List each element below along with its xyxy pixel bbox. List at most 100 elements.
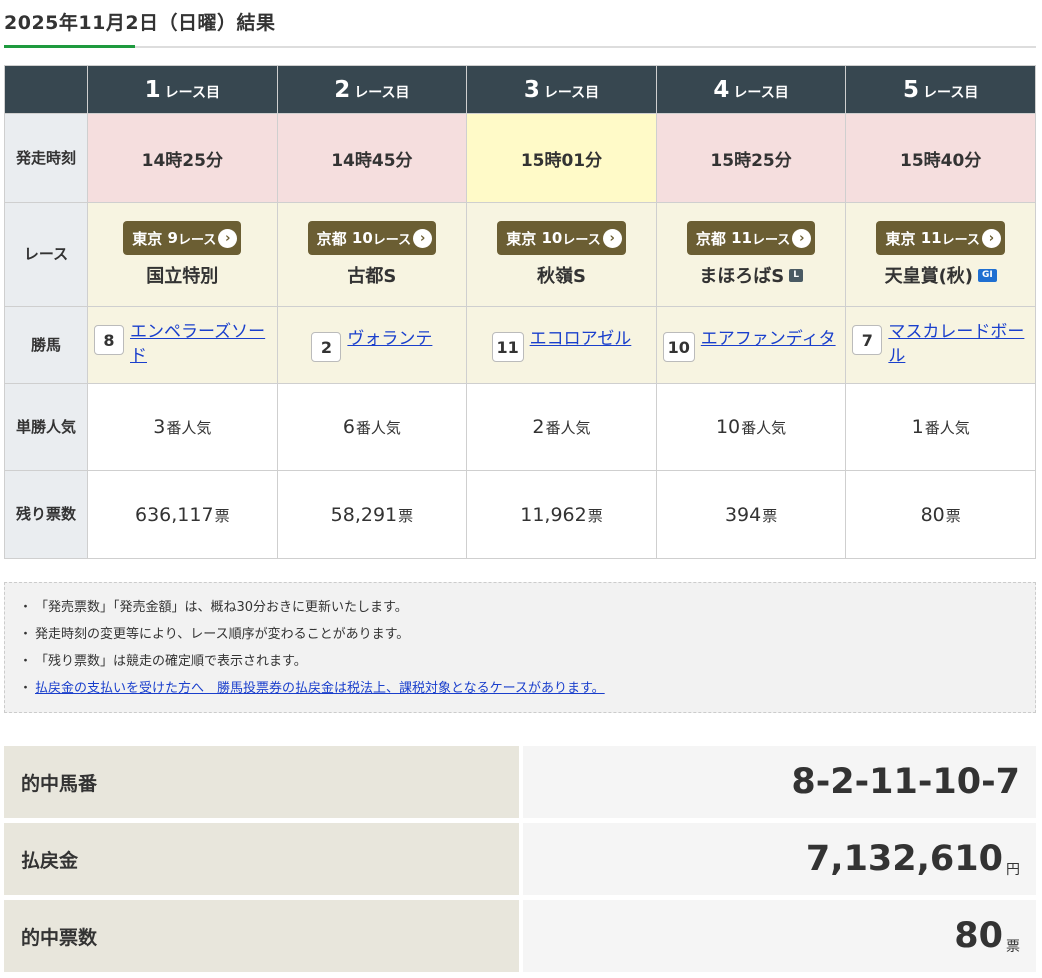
chevron-right-icon: › [981,228,1001,248]
venue-race-suffix: レース [562,232,601,248]
race-number-suffix: レース目 [923,84,979,101]
horse-number: 10 [662,332,695,362]
table-corner [4,65,88,114]
race-number-suffix: レース目 [733,84,789,101]
page-title: 2025年11月2日（日曜）結果 [4,12,276,34]
payout-value: 7,132,610 [805,839,1003,879]
popularity-unit: 番人気 [924,419,970,437]
horse-number: 2 [311,332,342,362]
popularity-unit: 番人気 [355,419,401,437]
venue-name: 京都 [695,229,726,248]
winner-cell: 10 エアファンディタ [655,306,847,384]
race-cell: 東京 11 レース › 天皇賞(秋) GI [845,202,1036,307]
race-number: 5 [903,76,920,103]
start-time: 15時25分 [655,113,847,203]
race-header: 4 レース目 [655,65,847,114]
note-item: ・「発売票数」「発売金額」は、概ね30分おきに更新いたします。 [19,594,1035,621]
chevron-right-icon: › [602,228,622,248]
tax-notice-link[interactable]: 払戻金の支払いを受けた方へ 勝馬投票券の払戻金は税法上、課税対象となるケースがあ… [35,681,605,696]
grade-badge-g1: GI [978,268,997,282]
winner-cell: 8 エンペラーズソード [87,306,278,384]
popularity-cell: 10番人気 [655,383,847,471]
venue-race-suffix: レース [177,232,217,248]
winner-horse-link[interactable]: ヴォランテ [347,328,432,352]
winner-horse-link[interactable]: マスカレードボール [888,321,1029,369]
remaining-cell: 80票 [845,470,1036,559]
heading-accent-bar [4,45,135,48]
race-name: 天皇賞(秋) [884,266,974,287]
race-number: 2 [334,76,351,103]
popularity-value: 2 [532,416,545,438]
note-text: 「発売票数」「発売金額」は、概ね30分おきに更新いたします。 [35,600,408,615]
remaining-value: 80 [920,503,945,526]
venue-race-no: 10 [541,229,563,247]
race-number-suffix: レース目 [164,84,220,101]
remaining-row: 残り票数 636,117票 58,291票 11,962票 394票 80票 [4,470,1036,559]
start-time: 15時40分 [845,113,1036,203]
race-name: まほろばS [699,266,785,287]
winner-horse-link[interactable]: エンペラーズソード [130,321,271,369]
race-name-wrap: 古都S [278,262,467,288]
remaining-unit: 票 [587,506,603,525]
race-name: 古都S [347,266,397,287]
race-name-wrap: 天皇賞(秋) GI [846,262,1035,288]
winner-cell: 2 ヴォランテ [276,306,468,384]
race-header: 1 レース目 [87,65,278,114]
winner-horse-link[interactable]: エコロアゼル [530,328,632,352]
venue-name: 東京 [506,229,537,248]
horse-number: 8 [94,325,124,356]
popularity-value: 6 [342,416,355,438]
summary-label: 的中馬番 [4,746,519,818]
race-number-suffix: レース目 [543,84,600,101]
race-name-wrap: 秋嶺S [467,262,656,288]
remaining-cell: 636,117票 [87,470,278,559]
summary-label: 払戻金 [4,823,519,895]
race-name: 秋嶺S [537,266,586,287]
chevron-right-icon: › [413,228,433,248]
grade-badge-listed: L [789,268,803,282]
horse-number: 11 [491,332,524,362]
remaining-cell: 58,291票 [276,470,468,559]
venue-race-suffix: レース [751,232,791,248]
win5-results-table: 1 レース目 2 レース目 3 レース目 4 レース目 5 レース目 発走時刻 14時25… [4,65,1036,559]
venue-race-button[interactable]: 東京 11 レース › [876,221,1005,255]
popularity-unit: 番人気 [545,419,591,437]
venue-race-no: 11 [920,229,942,247]
venue-race-button[interactable]: 東京 10 レース › [497,221,626,255]
venue-race-button[interactable]: 京都 11 レース › [686,221,816,255]
row-label-start-time: 発走時刻 [4,113,88,203]
note-bullet: ・ [19,600,33,615]
summary-value-cell: 8-2-11-10-7 [523,746,1036,818]
winner-horse-link[interactable]: エアファンディタ [701,328,836,352]
venue-race-no: 9 [167,229,178,247]
venue-race-button[interactable]: 京都 10 レース › [307,221,437,255]
remaining-unit: 票 [762,506,778,525]
remaining-value: 58,291 [330,503,398,526]
venue-race-suffix: レース [941,232,980,248]
race-name: 国立特別 [146,266,219,287]
remaining-cell: 11,962票 [466,470,657,559]
winner-cell: 7 マスカレードボール [845,306,1036,384]
summary-row-payout: 払戻金 7,132,610 円 [4,823,1036,895]
start-time-current: 15時01分 [466,113,657,203]
summary-value-cell: 7,132,610 円 [523,823,1036,895]
race-header: 5 レース目 [845,65,1036,114]
remaining-unit: 票 [214,506,230,525]
race-number-suffix: レース目 [354,84,410,101]
note-bullet: ・ [19,654,33,669]
summary-row-winning-numbers: 的中馬番 8-2-11-10-7 [4,746,1036,818]
note-item: ・発走時刻の変更等により、レース順序が変わることがあります。 [19,621,1035,648]
popularity-cell: 2番人気 [466,383,657,471]
venue-name: 東京 [885,229,916,248]
summary-value-cell: 80 票 [523,900,1036,972]
race-name-wrap: まほろばS L [657,262,846,288]
summary-row-winning-tickets: 的中票数 80 票 [4,900,1036,972]
venue-race-no: 11 [731,229,752,247]
note-item: ・「残り票数」は競走の確定順で表示されます。 [19,648,1035,675]
winning-numbers-value: 8-2-11-10-7 [791,762,1020,802]
race-header: 2 レース目 [276,65,468,114]
venue-race-button[interactable]: 東京 9 レース › [123,221,242,255]
note-text: 「残り票数」は競走の確定順で表示されます。 [35,654,307,669]
start-time: 14時25分 [87,113,278,203]
remaining-cell: 394票 [655,470,847,559]
